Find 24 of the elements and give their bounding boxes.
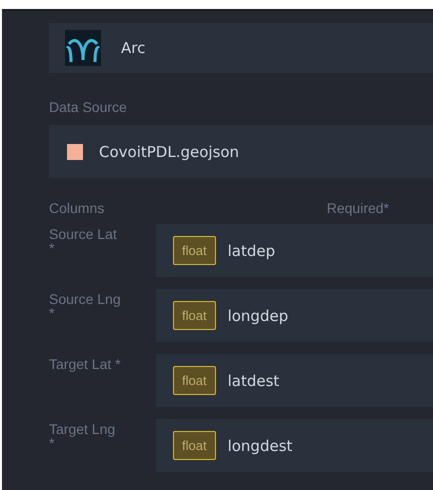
column-label: Source Lat * xyxy=(49,225,118,258)
column-selector[interactable]: float latdest xyxy=(156,354,433,407)
column-selector[interactable]: float longdest xyxy=(156,419,433,472)
column-label: Source Lng * xyxy=(49,290,122,323)
column-selector[interactable]: float latdep xyxy=(156,224,433,277)
layer-type-card[interactable]: Arc xyxy=(49,23,433,73)
column-label: Target Lng * xyxy=(49,420,116,453)
field-name: longdest xyxy=(228,436,292,454)
type-badge: float xyxy=(173,236,216,265)
field-name: latdest xyxy=(228,372,280,390)
section-heading: Data Source xyxy=(49,99,128,115)
dataset-selector[interactable]: CovoitPDL.geojson xyxy=(49,125,433,178)
section-heading: Columns xyxy=(49,200,104,216)
type-badge: float xyxy=(173,431,216,460)
type-badge: float xyxy=(173,301,216,330)
column-label: Target Lat * xyxy=(49,355,122,374)
column-selector[interactable]: float longdep xyxy=(156,289,433,342)
field-name: latdep xyxy=(228,242,276,260)
layer-type-label: Arc xyxy=(121,39,146,57)
dataset-name: CovoitPDL.geojson xyxy=(99,142,240,160)
column-heading: Required* xyxy=(326,200,389,216)
arc-icon xyxy=(65,30,101,66)
type-badge: float xyxy=(173,366,216,395)
field-name: longdep xyxy=(228,306,288,324)
